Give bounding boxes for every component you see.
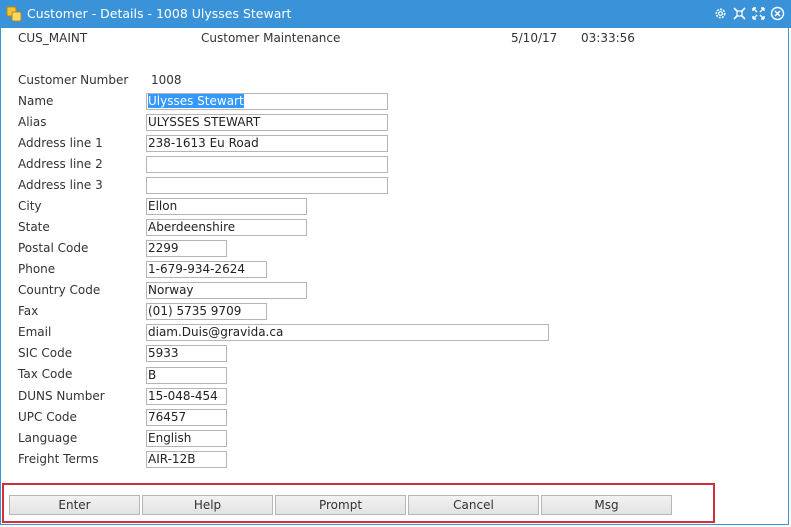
- email-label: Email: [18, 325, 52, 339]
- title-bar: Customer - Details - 1008 Ulysses Stewar…: [0, 0, 791, 28]
- state-field[interactable]: Aberdeenshire: [146, 219, 307, 236]
- duns-number-label: DUNS Number: [18, 389, 105, 403]
- freight-terms-label: Freight Terms: [18, 452, 99, 466]
- sic-code-label: SIC Code: [18, 346, 73, 360]
- name-field[interactable]: Ulysses Stewart: [146, 93, 388, 110]
- alias-field[interactable]: ULYSSES STEWART: [146, 114, 388, 131]
- city-label: City: [18, 199, 42, 213]
- close-icon[interactable]: [770, 6, 785, 21]
- maximize-icon[interactable]: [751, 6, 766, 21]
- address-line-2-field[interactable]: [146, 156, 388, 173]
- program-description: Customer Maintenance: [201, 31, 341, 45]
- app-icon: [6, 6, 22, 22]
- settings-icon[interactable]: [713, 6, 728, 21]
- sic-code-field[interactable]: 5933: [146, 345, 227, 362]
- country-code-field[interactable]: Norway: [146, 282, 307, 299]
- address-line-3-label: Address line 3: [18, 178, 103, 192]
- header-time: 03:33:56: [581, 31, 635, 45]
- fax-label: Fax: [18, 304, 39, 318]
- duns-number-field[interactable]: 15-048-454: [146, 388, 227, 405]
- freight-terms-field[interactable]: AIR-12B: [146, 451, 227, 468]
- postal-code-field[interactable]: 2299: [146, 240, 227, 257]
- name-label: Name: [18, 94, 54, 108]
- address-line-2-label: Address line 2: [18, 157, 103, 171]
- window-title: Customer - Details - 1008 Ulysses Stewar…: [27, 6, 292, 21]
- header-date: 5/10/17: [511, 31, 558, 45]
- city-field[interactable]: Ellon: [146, 198, 307, 215]
- address-line-3-field[interactable]: [146, 177, 388, 194]
- help-button[interactable]: Help: [142, 495, 273, 515]
- window-frame: [0, 28, 789, 525]
- tax-code-label: Tax Code: [18, 367, 73, 381]
- postal-code-label: Postal Code: [18, 241, 89, 255]
- upc-code-label: UPC Code: [18, 410, 77, 424]
- upc-code-field[interactable]: 76457: [146, 409, 227, 426]
- program-id: CUS_MAINT: [18, 31, 88, 45]
- language-label: Language: [18, 431, 78, 445]
- customer-number-label: Customer Number: [18, 73, 129, 87]
- minimize-icon[interactable]: [732, 6, 747, 21]
- state-label: State: [18, 220, 50, 234]
- address-line-1-label: Address line 1: [18, 136, 103, 150]
- language-field[interactable]: English: [146, 430, 227, 447]
- name-value: Ulysses Stewart: [148, 94, 244, 108]
- tax-code-field[interactable]: B: [146, 367, 227, 384]
- cancel-button[interactable]: Cancel: [408, 495, 539, 515]
- customer-number-value: 1008: [151, 73, 182, 87]
- msg-button[interactable]: Msg: [541, 495, 672, 515]
- country-code-label: Country Code: [18, 283, 101, 297]
- phone-label: Phone: [18, 262, 56, 276]
- enter-button[interactable]: Enter: [9, 495, 140, 515]
- address-line-1-field[interactable]: 238-1613 Eu Road: [146, 135, 388, 152]
- phone-field[interactable]: 1-679-934-2624: [146, 261, 267, 278]
- fax-field[interactable]: (01) 5735 9709: [146, 303, 267, 320]
- email-field[interactable]: diam.Duis@gravida.ca: [146, 324, 549, 341]
- alias-label: Alias: [18, 115, 47, 129]
- prompt-button[interactable]: Prompt: [275, 495, 406, 515]
